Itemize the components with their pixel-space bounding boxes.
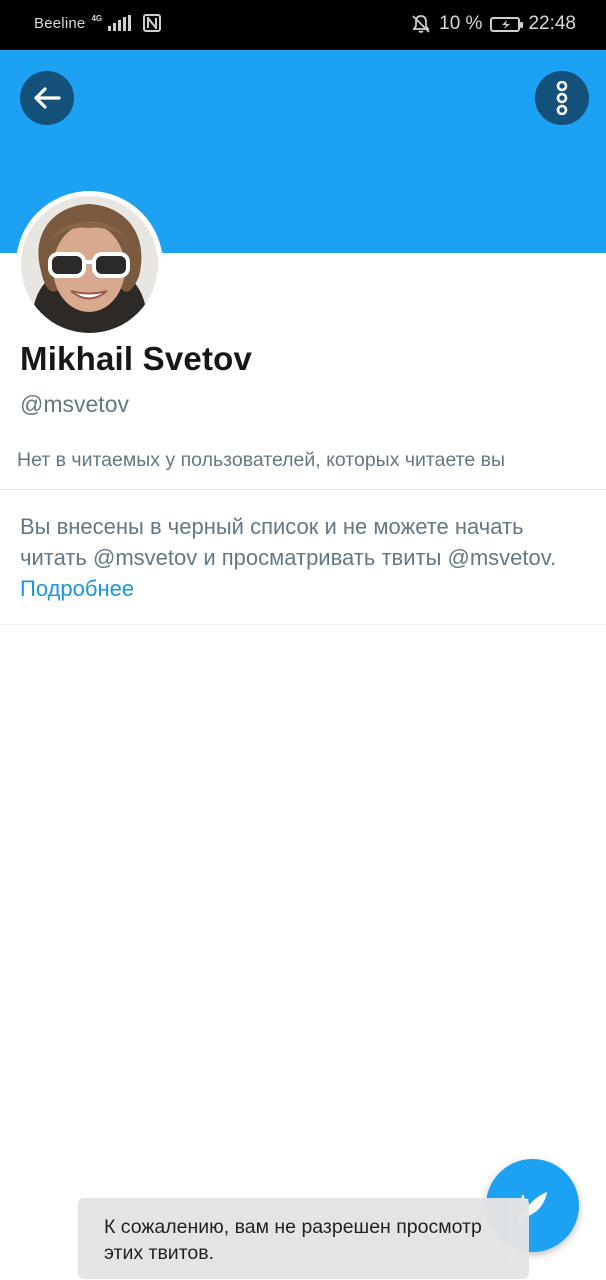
- mute-bell-icon: [412, 15, 430, 33]
- status-left: Beeline 4G: [34, 14, 162, 32]
- clock: 22:48: [528, 13, 576, 34]
- divider: [0, 624, 606, 625]
- back-button[interactable]: [20, 71, 74, 125]
- profile-name: Mikhail Svetov: [20, 340, 253, 377]
- vertical-dots-icon: [556, 81, 568, 115]
- battery-percent: 10 %: [439, 13, 483, 34]
- signal-icon: [108, 15, 132, 31]
- divider: [0, 489, 606, 490]
- blocked-text: Вы внесены в черный список и не можете н…: [20, 514, 557, 570]
- battery-charging-icon: [490, 16, 524, 32]
- carrier-label: Beeline: [34, 14, 86, 32]
- avatar-photo: [21, 196, 158, 333]
- profile-handle: @msvetov: [20, 391, 129, 417]
- status-bar: Beeline 4G 10 % 22:48: [0, 0, 606, 50]
- nfc-icon: [143, 14, 162, 32]
- avatar[interactable]: [16, 191, 163, 338]
- learn-more-link[interactable]: Подробнее: [20, 576, 134, 601]
- followers-you-know-note[interactable]: Нет в читаемых у пользователей, которых …: [17, 449, 505, 472]
- arrow-left-icon: [34, 87, 61, 109]
- blocked-message: Вы внесены в черный список и не можете н…: [20, 511, 590, 604]
- network-type-label: 4G: [91, 14, 103, 23]
- toast-message: К сожалению, вам не разрешен просмотр эт…: [78, 1198, 529, 1279]
- status-right: 10 % 22:48: [411, 13, 576, 35]
- more-options-button[interactable]: [535, 71, 589, 125]
